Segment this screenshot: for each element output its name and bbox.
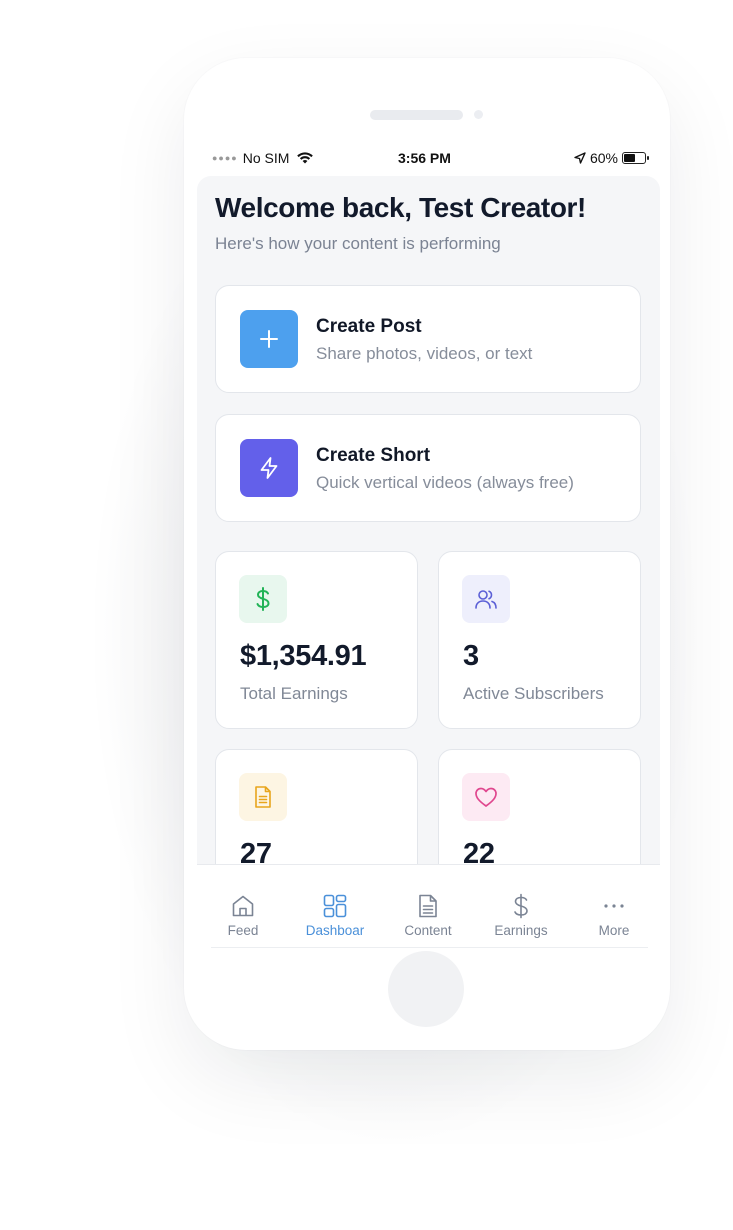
tab-more[interactable]: More	[568, 885, 660, 945]
status-left: ●●●● No SIM	[212, 150, 314, 166]
stat-value: 22	[463, 838, 495, 864]
stat-label: Total Earnings	[240, 684, 348, 703]
lightning-icon	[240, 439, 298, 497]
create-short-description: Quick vertical videos (always free)	[316, 473, 574, 492]
status-time: 3:56 PM	[398, 150, 451, 166]
signal-dots-icon: ●●●●	[212, 153, 238, 163]
dashboard-icon	[323, 894, 347, 918]
tab-content[interactable]: Content	[382, 885, 474, 945]
stat-label: Active Subscribers	[463, 684, 604, 703]
plus-icon	[240, 310, 298, 368]
page-title: Welcome back, Test Creator!	[215, 192, 586, 223]
battery-fill	[624, 154, 635, 162]
status-bar: ●●●● No SIM 3:56 PM 60%	[212, 150, 649, 170]
status-right: 60%	[574, 150, 649, 166]
stat-value: 3	[463, 640, 479, 672]
tab-label: Dashboar	[305, 923, 365, 938]
page-subtitle: Here's how your content is performing	[215, 234, 501, 253]
document-icon	[419, 894, 437, 918]
dollar-icon	[514, 893, 528, 919]
heart-icon	[462, 773, 510, 821]
create-post-title: Create Post	[316, 316, 422, 337]
tab-label: Feed	[227, 923, 259, 938]
wifi-icon	[296, 151, 314, 165]
stat-card-earnings[interactable]: $1,354.91 Total Earnings	[215, 551, 418, 729]
battery-percent: 60%	[589, 150, 618, 166]
create-short-title: Create Short	[316, 445, 431, 466]
phone-camera	[474, 110, 483, 119]
dashboard-screen[interactable]: Welcome back, Test Creator! Here's how y…	[197, 176, 660, 864]
carrier-text: No SIM	[242, 150, 290, 166]
location-arrow-icon	[574, 152, 586, 164]
tab-dashboard[interactable]: Dashboar	[289, 885, 381, 945]
tab-label: More	[598, 923, 630, 938]
create-post-description: Share photos, videos, or text	[316, 344, 533, 363]
bottom-tab-bar: Feed Dashboar Content Earnings More	[197, 864, 660, 948]
stat-card-subscribers[interactable]: 3 Active Subscribers	[438, 551, 641, 729]
create-post-card[interactable]: Create Post Share photos, videos, or tex…	[215, 285, 641, 393]
tab-label: Earnings	[494, 923, 548, 938]
dollar-icon	[239, 575, 287, 623]
tab-feed[interactable]: Feed	[197, 885, 289, 945]
tab-divider	[211, 947, 648, 948]
stat-card-likes[interactable]: 22	[438, 749, 641, 864]
users-icon	[462, 575, 510, 623]
more-icon	[604, 904, 624, 908]
document-icon	[239, 773, 287, 821]
create-short-card[interactable]: Create Short Quick vertical videos (alwa…	[215, 414, 641, 522]
stat-value: 27	[240, 838, 272, 864]
tab-earnings[interactable]: Earnings	[475, 885, 567, 945]
phone-speaker	[370, 110, 463, 120]
home-button[interactable]	[388, 951, 464, 1027]
tab-label: Content	[404, 923, 452, 938]
home-icon	[232, 895, 254, 917]
stat-card-content[interactable]: 27	[215, 749, 418, 864]
battery-icon	[622, 152, 649, 164]
stat-value: $1,354.91	[240, 640, 367, 672]
